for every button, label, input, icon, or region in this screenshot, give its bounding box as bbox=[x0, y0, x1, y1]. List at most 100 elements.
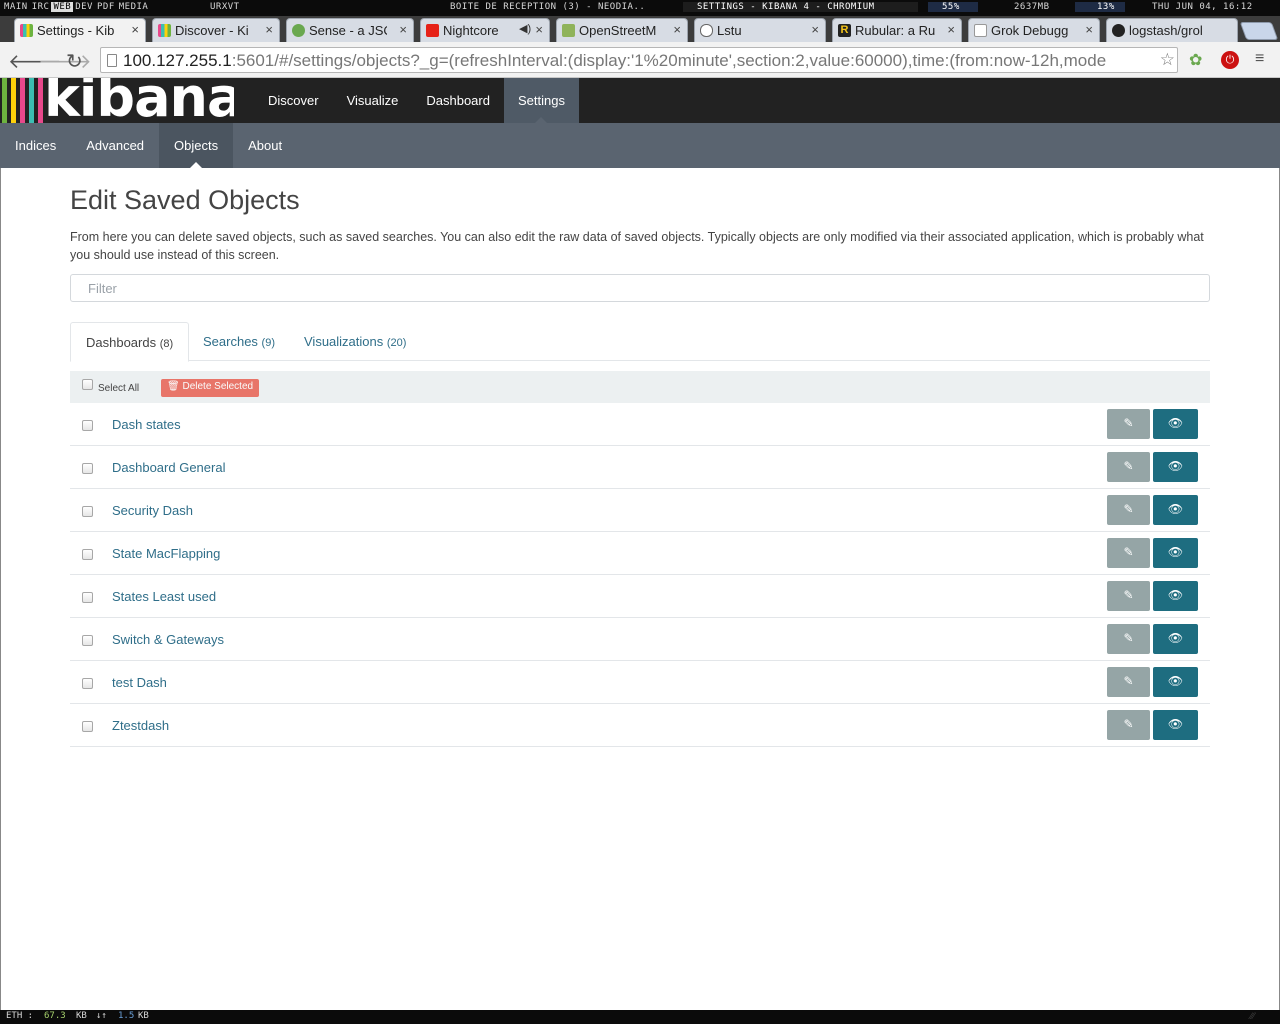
tab-nightcore[interactable]: Nightcore ◀) × bbox=[420, 18, 550, 42]
tab-close-icon[interactable]: × bbox=[947, 22, 955, 37]
new-tab-button[interactable] bbox=[1239, 22, 1279, 40]
tab-title: Sense - a JSC bbox=[309, 23, 387, 38]
object-type-tabs: Dashboards (8) Searches (9) Visualizatio… bbox=[70, 322, 1210, 362]
workspace-media[interactable]: media bbox=[117, 2, 151, 12]
tab-close-icon[interactable]: × bbox=[1085, 22, 1093, 37]
tab-lstu[interactable]: Lstu × bbox=[694, 18, 826, 42]
object-link[interactable]: Switch & Gateways bbox=[112, 632, 224, 647]
download-unit: kb bbox=[76, 1011, 87, 1021]
tab-discover-kibana[interactable]: Discover - Ki × bbox=[152, 18, 280, 42]
tab-close-icon[interactable]: × bbox=[673, 22, 681, 37]
nav-discover[interactable]: Discover bbox=[254, 78, 333, 123]
view-button[interactable]: 👁 bbox=[1153, 495, 1198, 525]
tab-rubular[interactable]: R Rubular: a Ru × bbox=[832, 18, 962, 42]
window-title-active[interactable]: Settings - Kibana 4 - Chromium bbox=[683, 2, 918, 12]
page-title: Edit Saved Objects bbox=[70, 185, 300, 215]
delete-selected-button[interactable]: 🗑 Delete Selected bbox=[161, 379, 260, 397]
view-button[interactable]: 👁 bbox=[1153, 581, 1198, 611]
window-title-mail[interactable]: Boîte de réception (3) - neodia.. bbox=[450, 2, 680, 12]
tab-close-icon[interactable]: × bbox=[535, 22, 543, 37]
tab-count: (20) bbox=[386, 337, 407, 349]
view-button[interactable]: 👁 bbox=[1153, 452, 1198, 482]
workspace-urxvt[interactable]: urxvt bbox=[210, 2, 240, 12]
row-checkbox[interactable] bbox=[82, 592, 93, 603]
nav-settings[interactable]: Settings bbox=[503, 78, 579, 123]
filter-input[interactable]: Filter bbox=[70, 274, 1210, 302]
edit-button[interactable]: ✎ bbox=[1107, 409, 1150, 439]
view-button[interactable]: 👁 bbox=[1153, 667, 1198, 697]
pencil-icon: ✎ bbox=[1123, 545, 1134, 559]
row-checkbox[interactable] bbox=[82, 721, 93, 732]
tab-count: (8) bbox=[159, 338, 174, 350]
subnav-indices[interactable]: Indices bbox=[0, 123, 71, 168]
object-link[interactable]: Dashboard General bbox=[112, 460, 225, 475]
row-checkbox[interactable] bbox=[82, 678, 93, 689]
bookmark-star-icon[interactable]: ☆ bbox=[1159, 50, 1175, 70]
address-bar[interactable]: 100.127.255.1:5601/#/settings/objects?_g… bbox=[100, 47, 1178, 73]
nav-visualize[interactable]: Visualize bbox=[333, 78, 413, 123]
tab-close-icon[interactable]: × bbox=[811, 22, 819, 37]
eye-icon: 👁 bbox=[1167, 416, 1184, 430]
row-checkbox[interactable] bbox=[82, 420, 93, 431]
row-checkbox[interactable] bbox=[82, 549, 93, 560]
nav-dashboard[interactable]: Dashboard bbox=[412, 78, 504, 123]
edit-button[interactable]: ✎ bbox=[1107, 452, 1150, 482]
tab-close-icon[interactable]: × bbox=[265, 22, 273, 37]
tab-searches[interactable]: Searches (9) bbox=[188, 322, 290, 361]
object-link[interactable]: State MacFlapping bbox=[112, 546, 220, 561]
eye-icon: 👁 bbox=[1167, 631, 1184, 645]
menu-icon[interactable]: ≡ bbox=[1255, 50, 1264, 68]
view-button[interactable]: 👁 bbox=[1153, 409, 1198, 439]
workspace-main[interactable]: main bbox=[2, 2, 30, 12]
object-link[interactable]: Security Dash bbox=[112, 503, 193, 518]
row-checkbox[interactable] bbox=[82, 506, 93, 517]
top-nav: Discover Visualize Dashboard Settings bbox=[254, 78, 579, 123]
tab-close-icon[interactable]: × bbox=[399, 22, 407, 37]
kibana-logo[interactable]: kibana bbox=[0, 78, 234, 123]
tab-close-icon[interactable]: × bbox=[131, 22, 139, 37]
view-button[interactable]: 👁 bbox=[1153, 538, 1198, 568]
workspace-web[interactable]: web bbox=[51, 2, 74, 12]
tab-sense[interactable]: Sense - a JSC × bbox=[286, 18, 414, 42]
workspace-dev[interactable]: dev bbox=[73, 2, 95, 12]
subnav-advanced[interactable]: Advanced bbox=[71, 123, 159, 168]
tab-label: Visualizations bbox=[304, 334, 384, 349]
edit-button[interactable]: ✎ bbox=[1107, 495, 1150, 525]
object-link[interactable]: test Dash bbox=[112, 675, 167, 690]
pencil-icon: ✎ bbox=[1123, 502, 1134, 516]
forward-arrow-icon[interactable]: 🡒 bbox=[38, 49, 92, 74]
edit-button[interactable]: ✎ bbox=[1107, 624, 1150, 654]
list-item: Switch & Gateways ✎ 👁 bbox=[70, 618, 1210, 661]
workspace-irc[interactable]: irc bbox=[30, 2, 52, 12]
subnav-objects[interactable]: Objects bbox=[159, 123, 234, 168]
reload-icon[interactable]: ↻ bbox=[66, 49, 83, 74]
tab-dashboards[interactable]: Dashboards (8) bbox=[70, 322, 190, 362]
ublock-extension-icon[interactable]: ⏻ bbox=[1221, 51, 1239, 69]
edit-button[interactable]: ✎ bbox=[1107, 667, 1150, 697]
list-item: Dashboard General ✎ 👁 bbox=[70, 446, 1210, 489]
object-link[interactable]: Dash states bbox=[112, 417, 181, 432]
view-button[interactable]: 👁 bbox=[1153, 710, 1198, 740]
tab-settings-kibana[interactable]: Settings - Kib × bbox=[14, 18, 146, 42]
sense-extension-icon[interactable]: ✿ bbox=[1189, 50, 1202, 70]
row-checkbox[interactable] bbox=[82, 635, 93, 646]
select-all-checkbox[interactable] bbox=[82, 379, 93, 390]
tab-logstash-github[interactable]: logstash/grol bbox=[1106, 18, 1238, 42]
edit-button[interactable]: ✎ bbox=[1107, 538, 1150, 568]
edit-button[interactable]: ✎ bbox=[1107, 581, 1150, 611]
object-link[interactable]: States Least used bbox=[112, 589, 216, 604]
sense-favicon-icon bbox=[292, 24, 305, 37]
eye-icon: 👁 bbox=[1167, 459, 1184, 473]
tab-grok-debugger[interactable]: Grok Debugg × bbox=[968, 18, 1100, 42]
page-icon bbox=[107, 54, 117, 67]
subnav-about[interactable]: About bbox=[233, 123, 297, 168]
edit-button[interactable]: ✎ bbox=[1107, 710, 1150, 740]
tab-visualizations[interactable]: Visualizations (20) bbox=[289, 322, 421, 361]
object-link[interactable]: Ztestdash bbox=[112, 718, 169, 733]
workspace-pdf[interactable]: pdf bbox=[95, 2, 117, 12]
browser-tab-bar: Settings - Kib × Discover - Ki × Sense -… bbox=[0, 16, 1280, 42]
pencil-icon: ✎ bbox=[1123, 416, 1134, 430]
row-checkbox[interactable] bbox=[82, 463, 93, 474]
tab-openstreetmap[interactable]: OpenStreetM × bbox=[556, 18, 688, 42]
view-button[interactable]: 👁 bbox=[1153, 624, 1198, 654]
